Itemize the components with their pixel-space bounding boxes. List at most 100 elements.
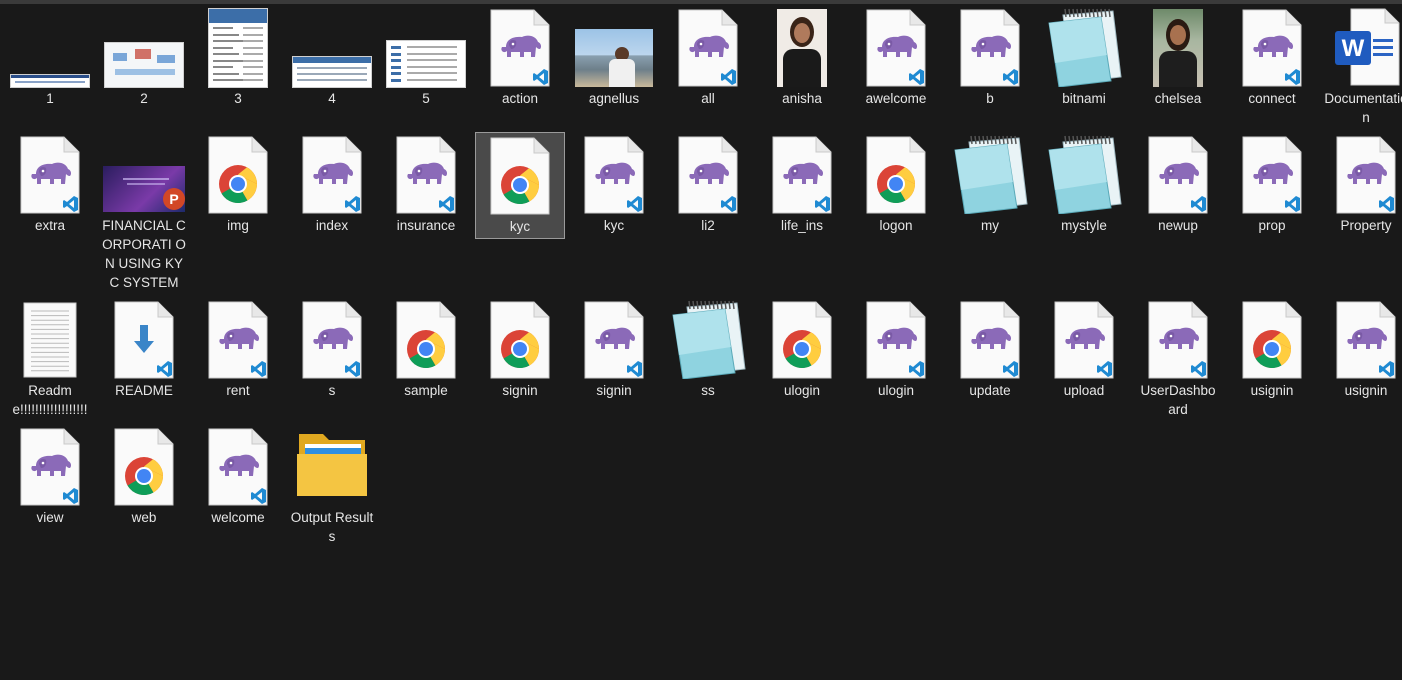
file-item-extra[interactable]: extra bbox=[5, 131, 95, 236]
file-item-index[interactable]: index bbox=[287, 131, 377, 236]
file-item-ss[interactable]: ss bbox=[663, 296, 753, 401]
file-item-label: 1 bbox=[46, 91, 54, 106]
photo-thumbnail-icon bbox=[1135, 5, 1221, 87]
php-file-icon bbox=[947, 297, 1033, 379]
file-item-kyc[interactable]: kyc bbox=[475, 132, 565, 239]
file-item-label: usignin bbox=[1250, 383, 1294, 398]
file-item-1[interactable]: 1 bbox=[5, 4, 95, 109]
image-thumbnail-icon bbox=[101, 5, 187, 87]
file-item-readme[interactable]: Readme!!!!!!!!!!!!!!!!!! bbox=[5, 296, 95, 420]
file-item-welcome[interactable]: welcome bbox=[193, 423, 283, 528]
file-item-usignin[interactable]: usignin bbox=[1321, 296, 1402, 401]
chrome-html-file-icon bbox=[759, 297, 845, 379]
file-item-sample[interactable]: sample bbox=[381, 296, 471, 401]
file-item-label: agnellus bbox=[588, 91, 640, 106]
file-item-output-results[interactable]: Output Results bbox=[287, 423, 377, 547]
php-file-icon bbox=[1229, 5, 1315, 87]
php-file-icon bbox=[1323, 297, 1402, 379]
file-item-label: 2 bbox=[140, 91, 148, 106]
file-item-kyc[interactable]: kyc bbox=[569, 131, 659, 236]
file-item-newup[interactable]: newup bbox=[1133, 131, 1223, 236]
php-file-icon bbox=[195, 424, 281, 506]
file-item-update[interactable]: update bbox=[945, 296, 1035, 401]
php-file-icon bbox=[289, 132, 375, 214]
php-file-icon bbox=[571, 132, 657, 214]
file-item-insurance[interactable]: insurance bbox=[381, 131, 471, 236]
file-item-5[interactable]: 5 bbox=[381, 4, 471, 109]
php-file-icon bbox=[289, 297, 375, 379]
file-item-documentation[interactable]: W Documentation bbox=[1321, 4, 1402, 128]
file-item-label: all bbox=[701, 91, 715, 106]
file-item-label: img bbox=[227, 218, 249, 233]
file-item-b[interactable]: b bbox=[945, 4, 1035, 109]
file-item-2[interactable]: 2 bbox=[99, 4, 189, 109]
file-item-chelsea[interactable]: chelsea bbox=[1133, 4, 1223, 109]
file-item-signin[interactable]: signin bbox=[569, 296, 659, 401]
file-item-label: UserDashbo ard bbox=[1140, 383, 1216, 417]
file-item-agnellus[interactable]: agnellus bbox=[569, 4, 659, 109]
file-item-label: ss bbox=[701, 383, 715, 398]
file-item-label: kyc bbox=[509, 219, 531, 234]
file-item-property[interactable]: Property bbox=[1321, 131, 1402, 236]
notepad-file-icon bbox=[665, 297, 751, 380]
file-item-my[interactable]: my bbox=[945, 131, 1035, 236]
photo-thumbnail-icon bbox=[571, 5, 657, 87]
file-item-life-ins[interactable]: life_ins bbox=[757, 131, 847, 236]
file-item-financial-corporation-using-kyc-system[interactable]: P FINANCIAL CORPORATI ON USING KYC SYSTEM bbox=[99, 131, 189, 293]
file-item-ulogin[interactable]: ulogin bbox=[851, 296, 941, 401]
svg-text:W: W bbox=[1342, 35, 1365, 62]
image-thumbnail-icon bbox=[383, 5, 469, 87]
file-item-li2[interactable]: li2 bbox=[663, 131, 753, 236]
text-file-icon bbox=[7, 297, 93, 379]
file-item-label: update bbox=[969, 383, 1011, 398]
notepad-file-icon bbox=[947, 132, 1033, 215]
file-item-usignin[interactable]: usignin bbox=[1227, 296, 1317, 401]
file-item-action[interactable]: action bbox=[475, 4, 565, 109]
file-item-web[interactable]: web bbox=[99, 423, 189, 528]
php-file-icon bbox=[195, 297, 281, 379]
notepad-file-icon bbox=[1041, 5, 1127, 88]
file-item-mystyle[interactable]: mystyle bbox=[1039, 131, 1129, 236]
file-item-ulogin[interactable]: ulogin bbox=[757, 296, 847, 401]
powerpoint-thumbnail-icon: P bbox=[101, 132, 187, 214]
php-file-icon bbox=[1041, 297, 1127, 379]
file-item-readme[interactable]: README bbox=[99, 296, 189, 401]
file-item-signin[interactable]: signin bbox=[475, 296, 565, 401]
file-item-label: 5 bbox=[422, 91, 430, 106]
php-file-icon bbox=[759, 132, 845, 214]
file-item-prop[interactable]: prop bbox=[1227, 131, 1317, 236]
php-file-icon bbox=[853, 5, 939, 87]
file-item-img[interactable]: img bbox=[193, 131, 283, 236]
php-file-icon bbox=[1323, 132, 1402, 214]
file-item-label: 3 bbox=[234, 91, 242, 106]
php-file-icon bbox=[665, 5, 751, 87]
php-file-icon bbox=[665, 132, 751, 214]
photo-thumbnail-icon bbox=[759, 5, 845, 87]
php-file-icon bbox=[947, 5, 1033, 87]
file-item-label: usignin bbox=[1344, 383, 1388, 398]
file-item-anisha[interactable]: anisha bbox=[757, 4, 847, 109]
file-item-logon[interactable]: logon bbox=[851, 131, 941, 236]
file-item-label: web bbox=[131, 510, 157, 525]
markdown-file-icon bbox=[101, 297, 187, 379]
file-item-label: Property bbox=[1340, 218, 1392, 233]
file-item-upload[interactable]: upload bbox=[1039, 296, 1129, 401]
chrome-html-file-icon bbox=[195, 132, 281, 214]
image-thumbnail-icon bbox=[289, 5, 375, 87]
php-file-icon bbox=[7, 132, 93, 214]
file-item-connect[interactable]: connect bbox=[1227, 4, 1317, 109]
file-item-bitnami[interactable]: bitnami bbox=[1039, 4, 1129, 109]
file-item-label: FINANCIAL CORPORATI ON USING KYC SYSTEM bbox=[102, 218, 186, 290]
file-item-4[interactable]: 4 bbox=[287, 4, 377, 109]
chrome-html-file-icon bbox=[101, 424, 187, 506]
file-item-all[interactable]: all bbox=[663, 4, 753, 109]
file-item-userdashboard[interactable]: UserDashbo ard bbox=[1133, 296, 1223, 420]
file-item-label: rent bbox=[226, 383, 250, 398]
file-item-3[interactable]: 3 bbox=[193, 4, 283, 109]
file-item-awelcome[interactable]: awelcome bbox=[851, 4, 941, 109]
file-item-s[interactable]: s bbox=[287, 296, 377, 401]
file-item-view[interactable]: view bbox=[5, 423, 95, 528]
word-document-icon: W bbox=[1323, 5, 1402, 87]
file-item-label: logon bbox=[879, 218, 913, 233]
file-item-rent[interactable]: rent bbox=[193, 296, 283, 401]
